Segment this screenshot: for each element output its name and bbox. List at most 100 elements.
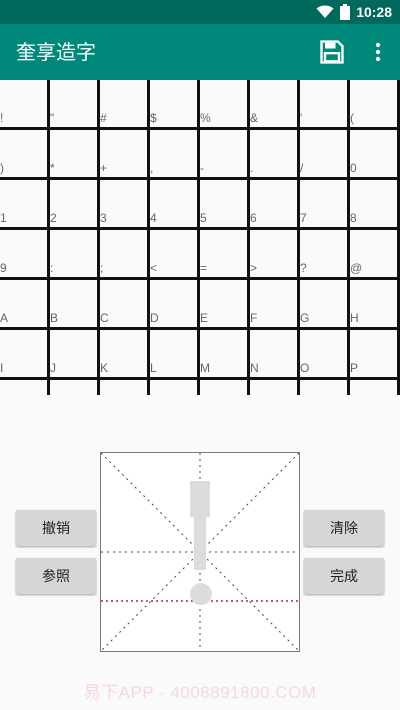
glyph-label: ! [0,111,4,125]
glyph-cell[interactable]: 4 [150,180,200,230]
glyph-label: : [50,261,54,275]
glyph-cell[interactable]: 1 [0,180,50,230]
glyph-cell[interactable]: 5 [200,180,250,230]
glyph-cell[interactable]: & [250,80,300,130]
glyph-cell[interactable]: R [50,380,100,395]
glyph-label: 3 [100,211,107,225]
glyph-label: 2 [50,211,57,225]
glyph-label: % [200,111,211,125]
glyph-label: I [0,361,4,375]
glyph-cell[interactable]: 2 [50,180,100,230]
save-icon [320,40,344,64]
glyph-cell[interactable]: . [250,130,300,180]
glyph-cell[interactable]: ! [0,80,50,130]
glyph-cell[interactable]: + [100,130,150,180]
glyph-cell[interactable]: L [150,330,200,380]
glyph-cell[interactable]: U [200,380,250,395]
glyph-cell[interactable]: = [200,230,250,280]
glyph-cell[interactable]: 0 [350,130,400,180]
glyph-label: ' [300,111,303,125]
glyph-label: . [250,161,254,175]
glyph-cell[interactable]: N [250,330,300,380]
glyph-cell[interactable]: K [100,330,150,380]
glyph-grid[interactable]: ! " # $% & ' () * +, -. / 0 1 2 3 4 5 6 7 8 9:; < = >? @ A B C D E F G H… [0,80,400,395]
glyph-label: M [200,361,210,375]
glyph-cell[interactable]: ; [100,230,150,280]
glyph-label: D [150,311,159,325]
glyph-cell[interactable]: D [150,280,200,330]
glyph-cell[interactable]: % [200,80,250,130]
reference-button[interactable]: 参照 [16,558,96,594]
glyph-label: H [350,311,359,325]
glyph-label: N [250,361,259,375]
glyph-label: 7 [300,211,307,225]
glyph-label: @ [350,261,363,275]
glyph-cell[interactable]: X [350,380,400,395]
glyph-cell[interactable]: 7 [300,180,350,230]
glyph-cell[interactable]: ? [300,230,350,280]
more-vert-icon [375,42,381,62]
glyph-label: / [300,161,304,175]
glyph-cell[interactable]: > [250,230,300,280]
glyph-cell[interactable]: " [50,80,100,130]
glyph-cell[interactable]: O [300,330,350,380]
glyph-cell[interactable]: H [350,280,400,330]
glyph-cell[interactable]: 3 [100,180,150,230]
undo-button[interactable]: 撤销 [16,510,96,546]
glyph-cell[interactable]: M [200,330,250,380]
more-options-button[interactable] [366,38,390,66]
glyph-label: F [250,311,258,325]
done-button[interactable]: 完成 [304,558,384,594]
glyph-cell[interactable]: - [200,130,250,180]
glyph-label: & [250,111,259,125]
glyph-cell[interactable]: W [300,380,350,395]
glyph-label: " [50,111,55,125]
glyph-label: 8 [350,211,357,225]
glyph-cell[interactable]: J [50,330,100,380]
reference-glyph-stem [194,515,206,570]
glyph-cell[interactable]: / [300,130,350,180]
glyph-label: ; [100,261,104,275]
glyph-cell[interactable]: * [50,130,100,180]
glyph-label: E [200,311,209,325]
watermark: 易下APP · 4008891800.COM [83,683,317,702]
glyph-label: # [100,111,107,125]
glyph-cell[interactable]: : [50,230,100,280]
glyph-cell[interactable]: 9 [0,230,50,280]
glyph-cell[interactable]: S [100,380,150,395]
glyph-cell[interactable]: ' [300,80,350,130]
glyph-label: $ [150,111,157,125]
glyph-cell[interactable]: < [150,230,200,280]
glyph-cell[interactable]: ) [0,130,50,180]
glyph-cell[interactable]: $ [150,80,200,130]
app-title: 奎享造字 [16,40,96,64]
glyph-label: = [200,261,208,275]
glyph-cell[interactable]: B [50,280,100,330]
glyph-cell[interactable]: # [100,80,150,130]
glyph-label: * [50,161,55,175]
glyph-cell[interactable]: F [250,280,300,330]
glyph-cell[interactable]: , [150,130,200,180]
save-button[interactable] [318,38,346,66]
app-bar: 奎享造字 [0,24,400,80]
glyph-label: ) [0,161,4,175]
glyph-label: K [100,361,109,375]
glyph-cell[interactable]: I [0,330,50,380]
glyph-cell[interactable]: A [0,280,50,330]
glyph-label: P [350,361,359,375]
glyph-cell[interactable]: P [350,330,400,380]
glyph-cell[interactable]: E [200,280,250,330]
glyph-label: < [150,261,158,275]
status-icons: 10:28 [316,0,392,24]
glyph-cell[interactable]: Q [0,380,50,395]
glyph-cell[interactable]: @ [350,230,400,280]
glyph-cell[interactable]: G [300,280,350,330]
glyph-cell[interactable]: C [100,280,150,330]
glyph-cell[interactable]: 6 [250,180,300,230]
drawing-canvas[interactable] [100,452,300,652]
glyph-cell[interactable]: ( [350,80,400,130]
glyph-cell[interactable]: V [250,380,300,395]
clear-button[interactable]: 清除 [304,510,384,546]
glyph-cell[interactable]: 8 [350,180,400,230]
glyph-cell[interactable]: T [150,380,200,395]
